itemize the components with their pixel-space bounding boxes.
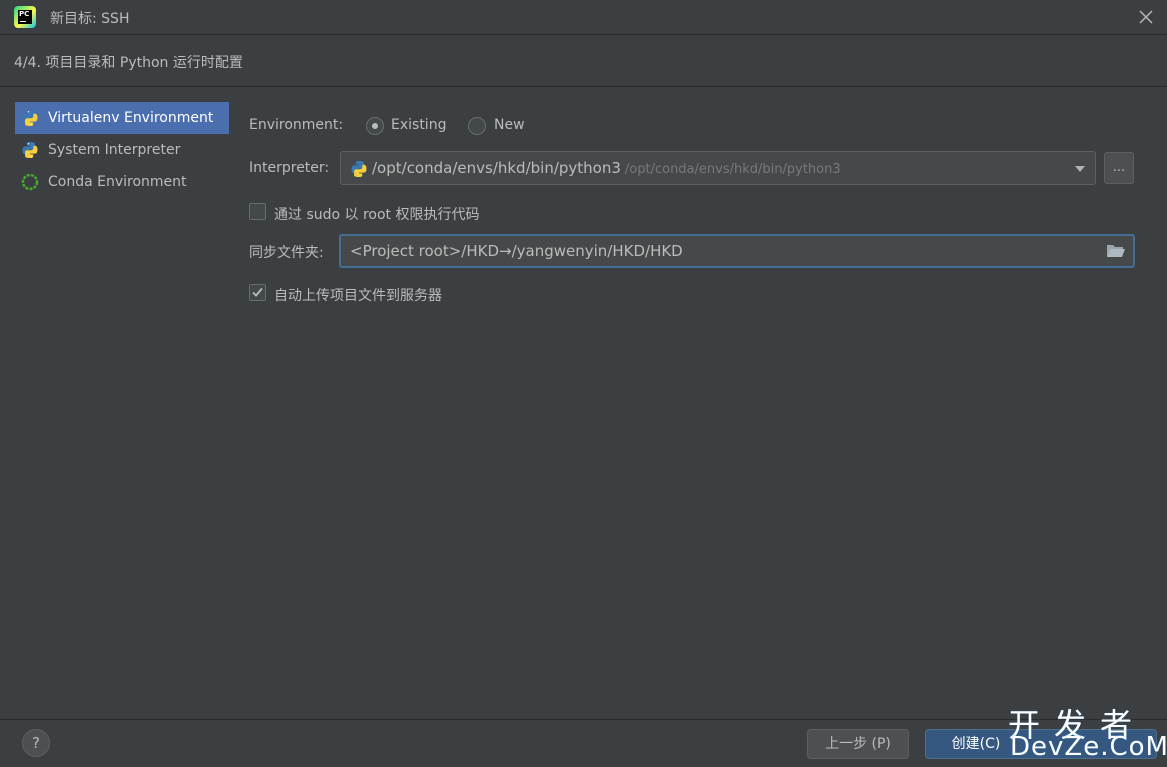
sidebar-item-label: Virtualenv Environment (48, 110, 214, 126)
checkmark-icon (252, 287, 263, 297)
radio-existing-label[interactable]: Existing (391, 117, 446, 133)
app-icon-text: PC (18, 10, 32, 24)
pycharm-logo-icon: PC (14, 6, 36, 28)
sidebar-item-virtualenv[interactable]: Virtualenv Environment (15, 102, 229, 134)
interpreter-path: /opt/conda/envs/hkd/bin/python3 (372, 159, 621, 177)
help-button[interactable]: ? (22, 729, 50, 757)
browse-interpreter-button[interactable]: ... (1104, 152, 1134, 184)
python-icon (351, 161, 367, 177)
python-virtualenv-icon (22, 110, 38, 126)
radio-new[interactable] (468, 117, 486, 135)
environment-type-list: Virtualenv Environment System Interprete… (15, 102, 229, 198)
sync-folder-input[interactable]: <Project root>/HKD→/yangwenyin/HKD/HKD (339, 234, 1135, 268)
python-icon (22, 142, 38, 158)
sidebar-item-conda[interactable]: Conda Environment (15, 166, 229, 198)
window-title: 新目标: SSH (50, 11, 130, 27)
auto-upload-checkbox[interactable] (249, 284, 266, 301)
interpreter-label: Interpreter: (249, 160, 330, 176)
interpreter-value: /opt/conda/envs/hkd/bin/python3/opt/cond… (372, 159, 841, 177)
folder-open-icon[interactable] (1106, 243, 1126, 259)
previous-button[interactable]: 上一步 (P) (807, 729, 909, 759)
sidebar-item-system-interpreter[interactable]: System Interpreter (15, 134, 229, 166)
watermark: 开发者 DevZe.CoM (1008, 700, 1167, 766)
interpreter-hint: /opt/conda/envs/hkd/bin/python3 (624, 162, 841, 177)
conda-icon (21, 173, 39, 191)
sidebar-item-label: Conda Environment (48, 174, 187, 190)
step-header: 4/4. 项目目录和 Python 运行时配置 (0, 36, 1167, 87)
radio-existing[interactable] (366, 117, 384, 135)
close-icon[interactable] (1137, 8, 1155, 26)
step-title: 4/4. 项目目录和 Python 运行时配置 (14, 55, 243, 71)
chevron-down-icon[interactable] (1075, 166, 1085, 172)
interpreter-select[interactable]: /opt/conda/envs/hkd/bin/python3/opt/cond… (340, 151, 1096, 185)
auto-upload-label[interactable]: 自动上传项目文件到服务器 (274, 285, 442, 305)
environment-label: Environment: (249, 117, 344, 133)
sync-folder-label: 同步文件夹: (249, 245, 324, 261)
sidebar-item-label: System Interpreter (48, 142, 181, 158)
watermark-en: DevZe.CoM (1010, 732, 1167, 762)
sudo-checkbox-label[interactable]: 通过 sudo 以 root 权限执行代码 (274, 204, 480, 224)
title-bar: PC 新目标: SSH (0, 0, 1167, 35)
radio-new-label[interactable]: New (494, 117, 525, 133)
sudo-checkbox[interactable] (249, 203, 266, 220)
